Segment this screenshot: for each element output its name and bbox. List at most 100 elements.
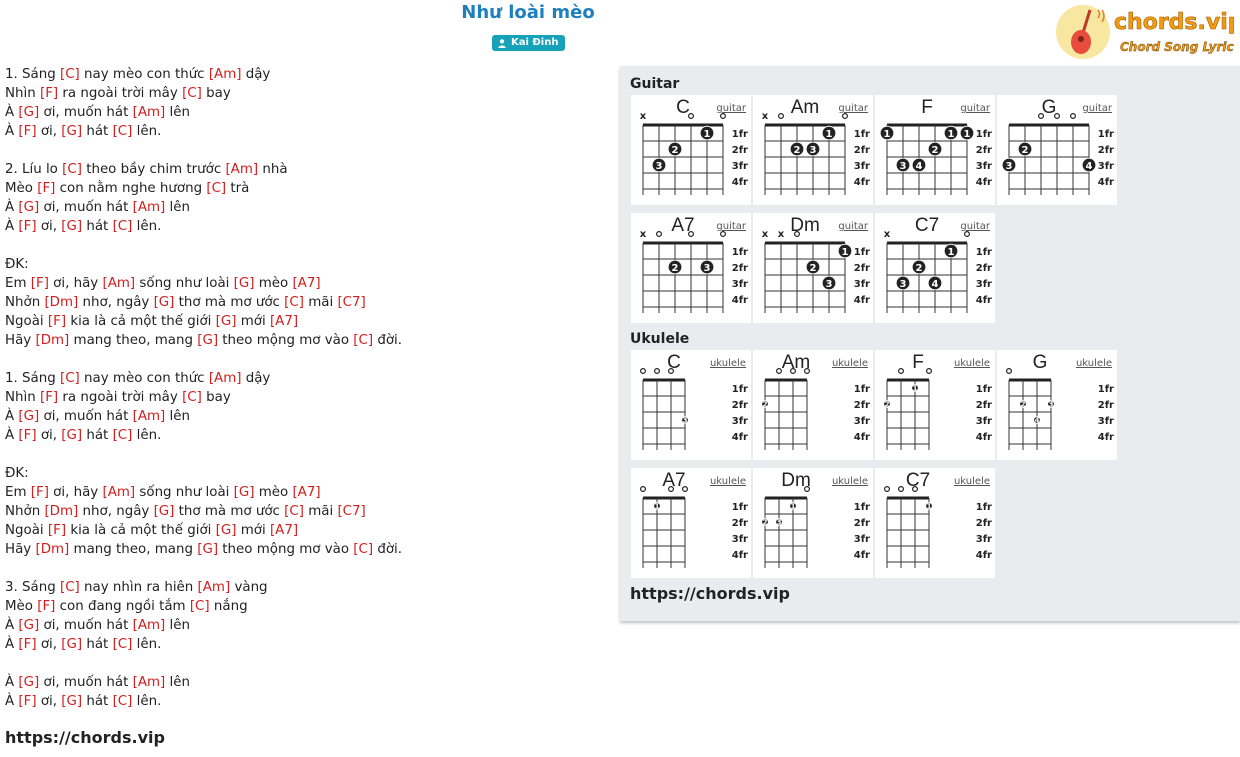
chord-tag[interactable]: [C] (113, 694, 133, 709)
chord-tag[interactable]: [G] (18, 409, 39, 424)
chord-tag[interactable]: [G] (154, 504, 175, 519)
chord-tag[interactable]: [Am] (209, 67, 242, 82)
chord-tag[interactable]: [G] (18, 675, 39, 690)
site-logo[interactable]: chords.vip Chord Song Lyric (1054, 2, 1240, 60)
ukulele-link[interactable]: ukulele (710, 358, 746, 369)
chord-tag[interactable]: [C] (284, 295, 304, 310)
chord-tag[interactable]: [C] (113, 124, 133, 139)
ukulele-chord-C[interactable]: Cukulele 1fr 2fr 3fr 4fr 3 (631, 350, 751, 460)
guitar-chord-G[interactable]: Gguitar 1fr 2fr 3fr 4fr 3 2 4 (997, 95, 1117, 205)
guitar-link[interactable]: guitar (716, 103, 747, 114)
chord-tag[interactable]: [C] (353, 333, 373, 348)
chord-tag[interactable]: [G] (18, 200, 39, 215)
chord-tag[interactable]: [G] (234, 276, 255, 291)
chord-tag[interactable]: [F] (40, 390, 58, 405)
chord-tag[interactable]: [Am] (225, 162, 258, 177)
chord-tag[interactable]: [Am] (209, 371, 242, 386)
chord-tag[interactable]: [C] (60, 580, 80, 595)
guitar-chord-Am[interactable]: Am guitar 1fr 2fr 3fr 4fr x 2 3 1 (753, 95, 873, 205)
guitar-link[interactable]: guitar (838, 103, 869, 114)
chord-tag[interactable]: [C7] (337, 295, 365, 310)
chord-tag[interactable]: [Am] (102, 276, 135, 291)
chord-tag[interactable]: [F] (40, 86, 58, 101)
chord-tag[interactable]: [C] (62, 162, 82, 177)
footer-url[interactable]: https://chords.vip (5, 728, 165, 747)
guitar-link[interactable]: guitar (838, 221, 869, 232)
ukulele-link[interactable]: ukulele (954, 476, 990, 487)
chord-tag[interactable]: [A7] (270, 523, 298, 538)
ukulele-chord-C7[interactable]: C7 ukulele 1fr 2fr 3fr 4fr 1 (875, 468, 995, 578)
ukulele-link[interactable]: ukulele (954, 358, 990, 369)
chord-tag[interactable]: [Dm] (35, 542, 69, 557)
guitar-link[interactable]: guitar (1082, 103, 1113, 114)
chord-tag[interactable]: [C] (60, 67, 80, 82)
ukulele-link[interactable]: ukulele (1076, 358, 1112, 369)
chord-tag[interactable]: [Am] (133, 105, 166, 120)
chord-tag[interactable]: [A7] (270, 314, 298, 329)
ukulele-chord-A7[interactable]: A7 ukulele 1fr 2fr 3fr 4fr 1 (631, 468, 751, 578)
chord-tag[interactable]: [G] (61, 219, 82, 234)
ukulele-chord-G[interactable]: Gukulele 1fr 2fr 3fr 4fr 2 4 3 (997, 350, 1117, 460)
chord-tag[interactable]: [G] (61, 124, 82, 139)
chord-tag[interactable]: [F] (48, 523, 66, 538)
ukulele-link[interactable]: ukulele (832, 476, 868, 487)
chord-tag[interactable]: [F] (18, 124, 36, 139)
chord-tag[interactable]: [Dm] (44, 504, 78, 519)
chord-tag[interactable]: [G] (18, 618, 39, 633)
guitar-link[interactable]: guitar (960, 221, 991, 232)
chord-tag[interactable]: [Am] (133, 409, 166, 424)
ukulele-chord-F[interactable]: Fukulele 1fr 2fr 3fr 4fr 2 1 (875, 350, 995, 460)
artist-badge[interactable]: Kai Đinh (492, 35, 566, 51)
chord-tag[interactable]: [C] (182, 390, 202, 405)
guitar-chord-Dm[interactable]: Dm guitar 1fr 2fr 3fr 4fr x x 2 3 1 (753, 213, 873, 323)
chord-tag[interactable]: [G] (197, 333, 218, 348)
chord-tag[interactable]: [A7] (292, 276, 320, 291)
chord-tag[interactable]: [G] (197, 542, 218, 557)
chord-tag[interactable]: [G] (61, 694, 82, 709)
chord-tag[interactable]: [C] (113, 219, 133, 234)
chord-tag[interactable]: [F] (37, 181, 55, 196)
chord-tag[interactable]: [G] (216, 314, 237, 329)
chord-tag[interactable]: [A7] (292, 485, 320, 500)
ukulele-link[interactable]: ukulele (710, 476, 746, 487)
guitar-chord-F[interactable]: Fguitar 1fr 2fr 3fr 4fr 1 3 4 2 1 1 (875, 95, 995, 205)
chord-tag[interactable]: [C] (182, 86, 202, 101)
chord-tag[interactable]: [F] (18, 219, 36, 234)
chord-tag[interactable]: [C] (190, 599, 210, 614)
chord-tag[interactable]: [Am] (198, 580, 231, 595)
chord-tag[interactable]: [F] (18, 637, 36, 652)
guitar-link[interactable]: guitar (960, 103, 991, 114)
chord-tag[interactable]: [C] (113, 637, 133, 652)
chord-tag[interactable]: [G] (216, 523, 237, 538)
chord-tag[interactable]: [F] (31, 276, 49, 291)
chord-tag[interactable]: [C] (60, 371, 80, 386)
chord-tag[interactable]: [Am] (133, 618, 166, 633)
chord-tag[interactable]: [F] (37, 599, 55, 614)
chord-tag[interactable]: [C] (353, 542, 373, 557)
chord-tag[interactable]: [C] (206, 181, 226, 196)
chord-tag[interactable]: [Dm] (35, 333, 69, 348)
chord-tag[interactable]: [G] (61, 637, 82, 652)
chord-tag[interactable]: [F] (18, 694, 36, 709)
ukulele-chord-Am[interactable]: Am ukulele 1fr 2fr 3fr 4fr 2 (753, 350, 873, 460)
chord-tag[interactable]: [C7] (337, 504, 365, 519)
ukulele-chord-Dm[interactable]: Dm ukulele 1fr 2fr 3fr 4fr 2 3 1 (753, 468, 873, 578)
chord-tag[interactable]: [F] (48, 314, 66, 329)
chord-tag[interactable]: [G] (154, 295, 175, 310)
chord-tag[interactable]: [Dm] (44, 295, 78, 310)
chord-tag[interactable]: [G] (18, 105, 39, 120)
guitar-chord-A7[interactable]: A7 guitar 1fr 2fr 3fr 4fr x 2 3 (631, 213, 751, 323)
chord-tag[interactable]: [Am] (133, 675, 166, 690)
chord-tag[interactable]: [C] (113, 428, 133, 443)
guitar-chord-C[interactable]: Cguitar 1fr 2fr 3fr 4fr x 3 2 1 (631, 95, 751, 205)
guitar-chord-C7[interactable]: C7 guitar 1fr 2fr 3fr 4fr x 3 2 4 1 (875, 213, 995, 323)
guitar-link[interactable]: guitar (716, 221, 747, 232)
chord-tag[interactable]: [F] (31, 485, 49, 500)
chord-tag[interactable]: [Am] (102, 485, 135, 500)
chord-tag[interactable]: [C] (284, 504, 304, 519)
chord-tag[interactable]: [F] (18, 428, 36, 443)
panel-url[interactable]: https://chords.vip (630, 584, 790, 603)
chord-tag[interactable]: [Am] (133, 200, 166, 215)
ukulele-link[interactable]: ukulele (832, 358, 868, 369)
chord-tag[interactable]: [G] (234, 485, 255, 500)
